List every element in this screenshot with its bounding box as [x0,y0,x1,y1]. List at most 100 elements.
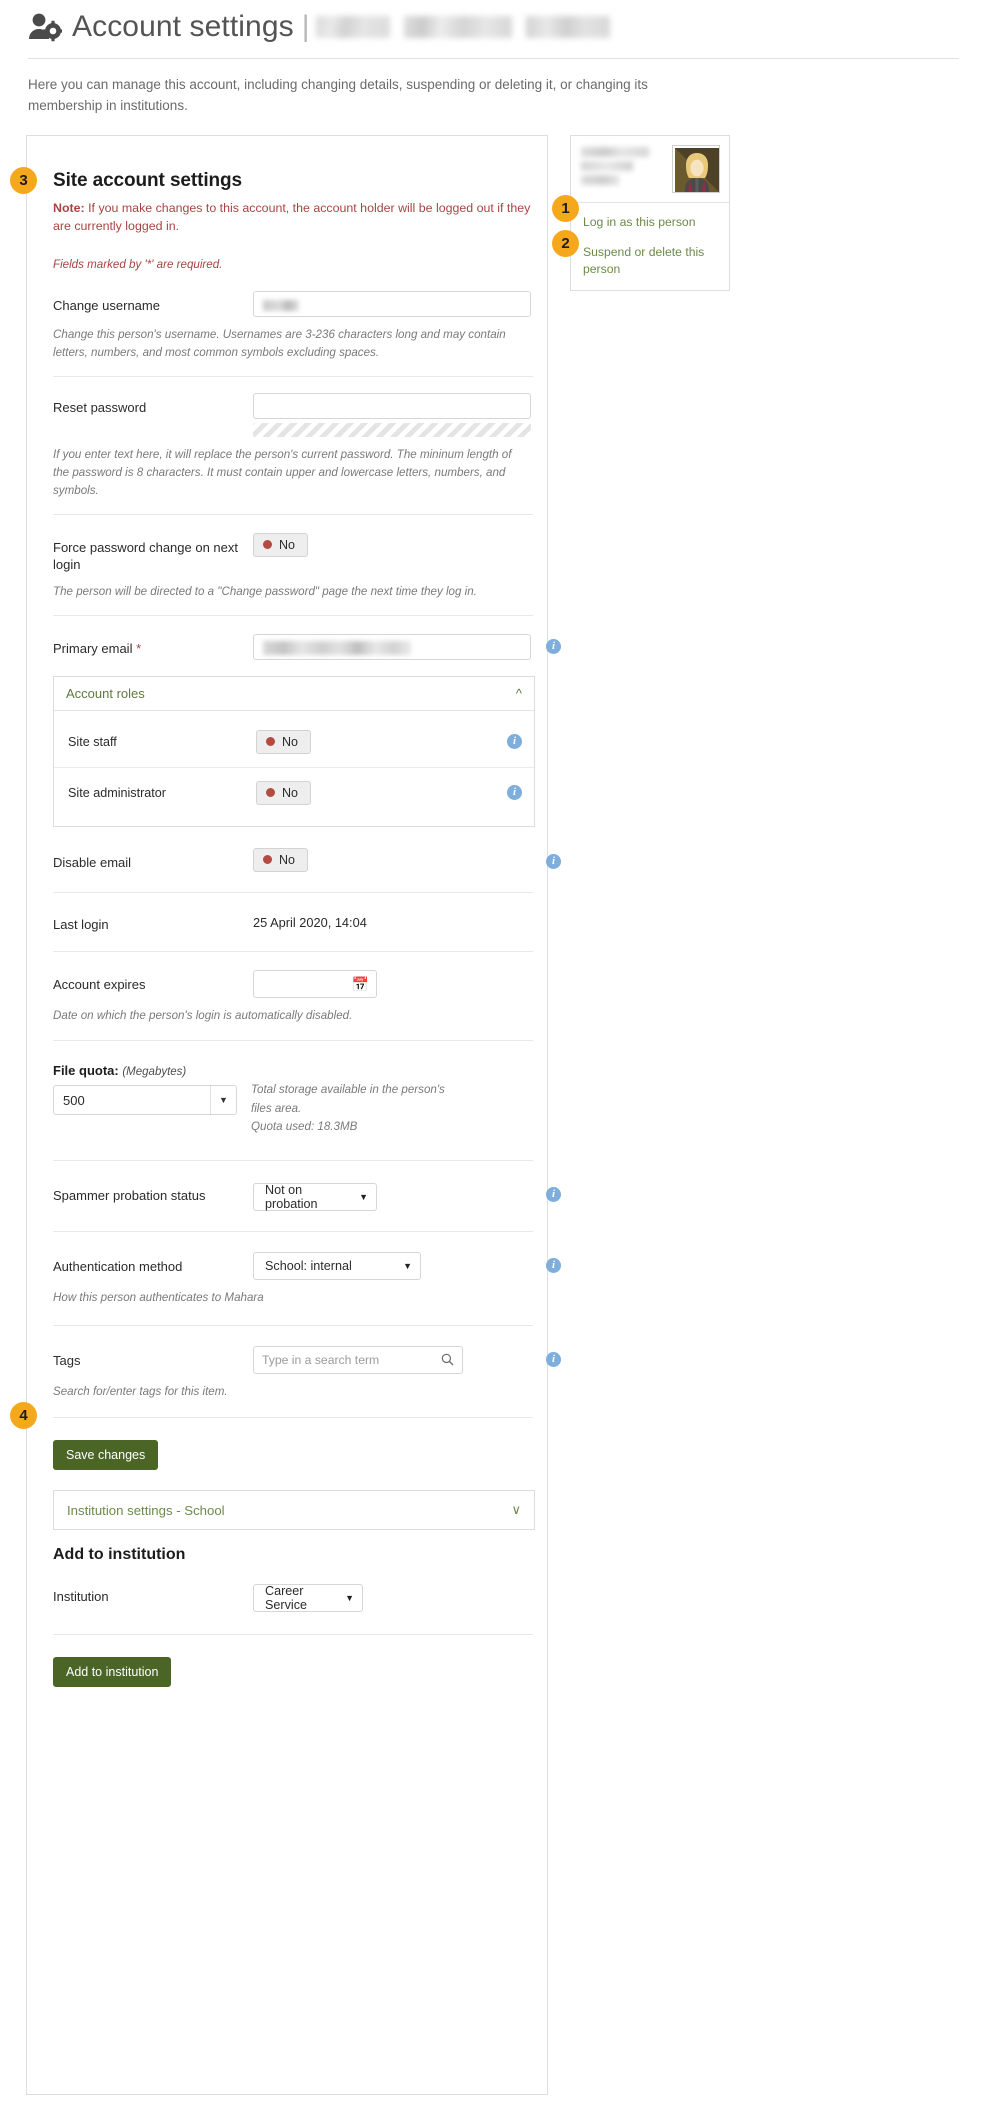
field-row-disable-email: Disable email No i [27,827,561,872]
force-password-change-toggle[interactable]: No [253,532,308,557]
field-row-primary-email: Primary email * i [27,616,561,660]
institution-select[interactable]: Career Service ▼ [253,1584,363,1613]
required-asterisk: * [136,640,142,656]
add-to-institution-row: Add to institution [27,1635,547,1713]
note-body: If you make changes to this account, the… [53,200,531,234]
toggle-value: No [279,852,295,867]
password-input[interactable] [253,393,531,419]
title-separator: | [301,10,310,43]
account-note: Note: If you make changes to this accoun… [27,199,533,236]
tags-hint: Search for/enter tags for this item. [53,1385,228,1399]
search-icon [441,1353,454,1366]
authentication-method-info-icon[interactable]: i [546,1258,561,1274]
site-administrator-info-icon[interactable]: i [507,784,522,800]
avatar [672,144,720,193]
toggle-value: No [282,734,298,749]
user-gear-icon [28,12,62,42]
site-staff-info-icon[interactable]: i [507,733,522,749]
person-summary-card: Log in as this person Suspend or delete … [570,134,730,292]
save-changes-button[interactable]: Save changes [53,1440,159,1471]
account-expires-input[interactable]: 📅 [253,969,377,998]
password-hint: If you enter text here, it will replace … [53,448,512,497]
suspend-or-delete-person-link[interactable]: Suspend or delete this person [571,237,729,284]
disable-email-info-icon[interactable]: i [546,853,561,869]
person-summary-top [571,136,729,203]
field-row-username: Change username [27,291,547,318]
disable-email-toggle[interactable]: No [253,847,308,872]
account-settings-page: Account settings | Here you can manage t… [0,0,987,2110]
redacted-name-part-2 [403,16,512,38]
institution-settings-title: Institution settings - School [67,1502,225,1518]
account-expires-hint: Date on which the person's login is auto… [53,1008,353,1022]
file-quota-value: 500 [63,1092,85,1108]
site-staff-label: Site staff [68,734,117,749]
force-password-change-label: Force password change on next login [53,539,238,573]
add-to-institution-heading: Add to institution [53,1546,186,1564]
primary-email-redacted-value [263,640,411,655]
note-label: Note: [53,200,85,215]
login-as-person-link[interactable]: Log in as this person [571,207,729,237]
file-quota-input[interactable]: 500 ▼ [53,1085,237,1116]
toggle-value: No [279,537,295,552]
tags-placeholder: Type in a search term [262,1353,380,1368]
collapse-chevron-up-icon[interactable]: ^ [516,686,522,701]
callout-badge-3: 3 [10,166,37,194]
callout-badge-2: 2 [552,229,579,257]
authentication-method-label: Authentication method [53,1259,183,1275]
chevron-down-icon: ▼ [345,1593,354,1604]
redacted-person-name [581,145,649,189]
tags-search-input[interactable]: Type in a search term [253,1346,463,1375]
institution-value: Career Service [265,1584,307,1613]
account-roles-body: Site staff No i Site administrator No i [54,711,534,826]
callout-badge-1: 1 [552,194,579,222]
account-roles-header[interactable]: Account roles ^ [54,677,534,711]
chevron-down-icon: ▼ [403,1261,412,1272]
add-to-institution-button[interactable]: Add to institution [53,1657,172,1688]
institution-settings-accordion[interactable]: Institution settings - School ∨ [53,1490,535,1531]
file-quota-hint-line2: Quota used: 18.3MB [251,1120,358,1134]
redacted-name-part-1 [315,16,390,38]
password-label: Reset password [53,400,147,415]
role-row-site-administrator: Site administrator No i [54,766,534,818]
status-dot-icon [266,788,275,798]
callout-badge-4: 4 [10,1401,37,1429]
disable-email-label: Disable email [53,854,132,870]
file-quota-hint-line1: Total storage available in the person's … [251,1083,445,1115]
last-login-label: Last login [53,916,109,932]
site-administrator-toggle[interactable]: No [256,780,311,805]
calendar-icon[interactable]: 📅 [352,976,369,993]
status-dot-icon [263,855,272,865]
primary-email-label: Primary email * [53,634,253,658]
status-dot-icon [263,540,272,550]
last-login-value: 25 April 2020, 14:04 [253,914,367,930]
primary-email-input[interactable] [253,633,531,660]
spammer-probation-select[interactable]: Not on probation ▼ [253,1183,377,1212]
spammer-probation-info-icon[interactable]: i [546,1187,561,1203]
username-input[interactable] [253,291,531,318]
chevron-down-icon[interactable]: ▼ [210,1086,236,1115]
page-header: Account settings | [0,0,987,58]
redacted-name-line-1 [581,146,649,157]
expand-chevron-down-icon[interactable]: ∨ [511,1502,521,1518]
spammer-probation-value: Not on probation [265,1183,318,1212]
tags-info-icon[interactable]: i [546,1352,561,1368]
page-title: Account settings [72,10,294,43]
field-row-force-password-change: Force password change on next login No [27,515,547,574]
site-staff-toggle[interactable]: No [256,729,311,754]
account-roles-title: Account roles [66,685,145,701]
field-row-last-login: Last login 25 April 2020, 14:04 [27,893,547,934]
field-row-password: Reset password [27,377,547,437]
field-row-tags: Tags Type in a search term i [27,1326,561,1375]
username-hint: Change this person's username. Usernames… [53,328,506,360]
password-strength-bar [253,423,531,437]
primary-email-info-icon[interactable]: i [546,638,561,654]
toggle-value: No [282,785,298,800]
chevron-down-icon: ▼ [359,1192,368,1203]
required-fields-note: Fields marked by '*' are required. [53,258,223,272]
site-administrator-label: Site administrator [68,785,166,800]
file-quota-hint: Total storage available in the person's … [251,1063,451,1136]
redacted-name-line-2 [581,160,633,171]
account-expires-label: Account expires [53,976,146,992]
authentication-method-select[interactable]: School: internal ▼ [253,1252,421,1281]
force-password-change-hint: The person will be directed to a "Change… [53,585,477,598]
